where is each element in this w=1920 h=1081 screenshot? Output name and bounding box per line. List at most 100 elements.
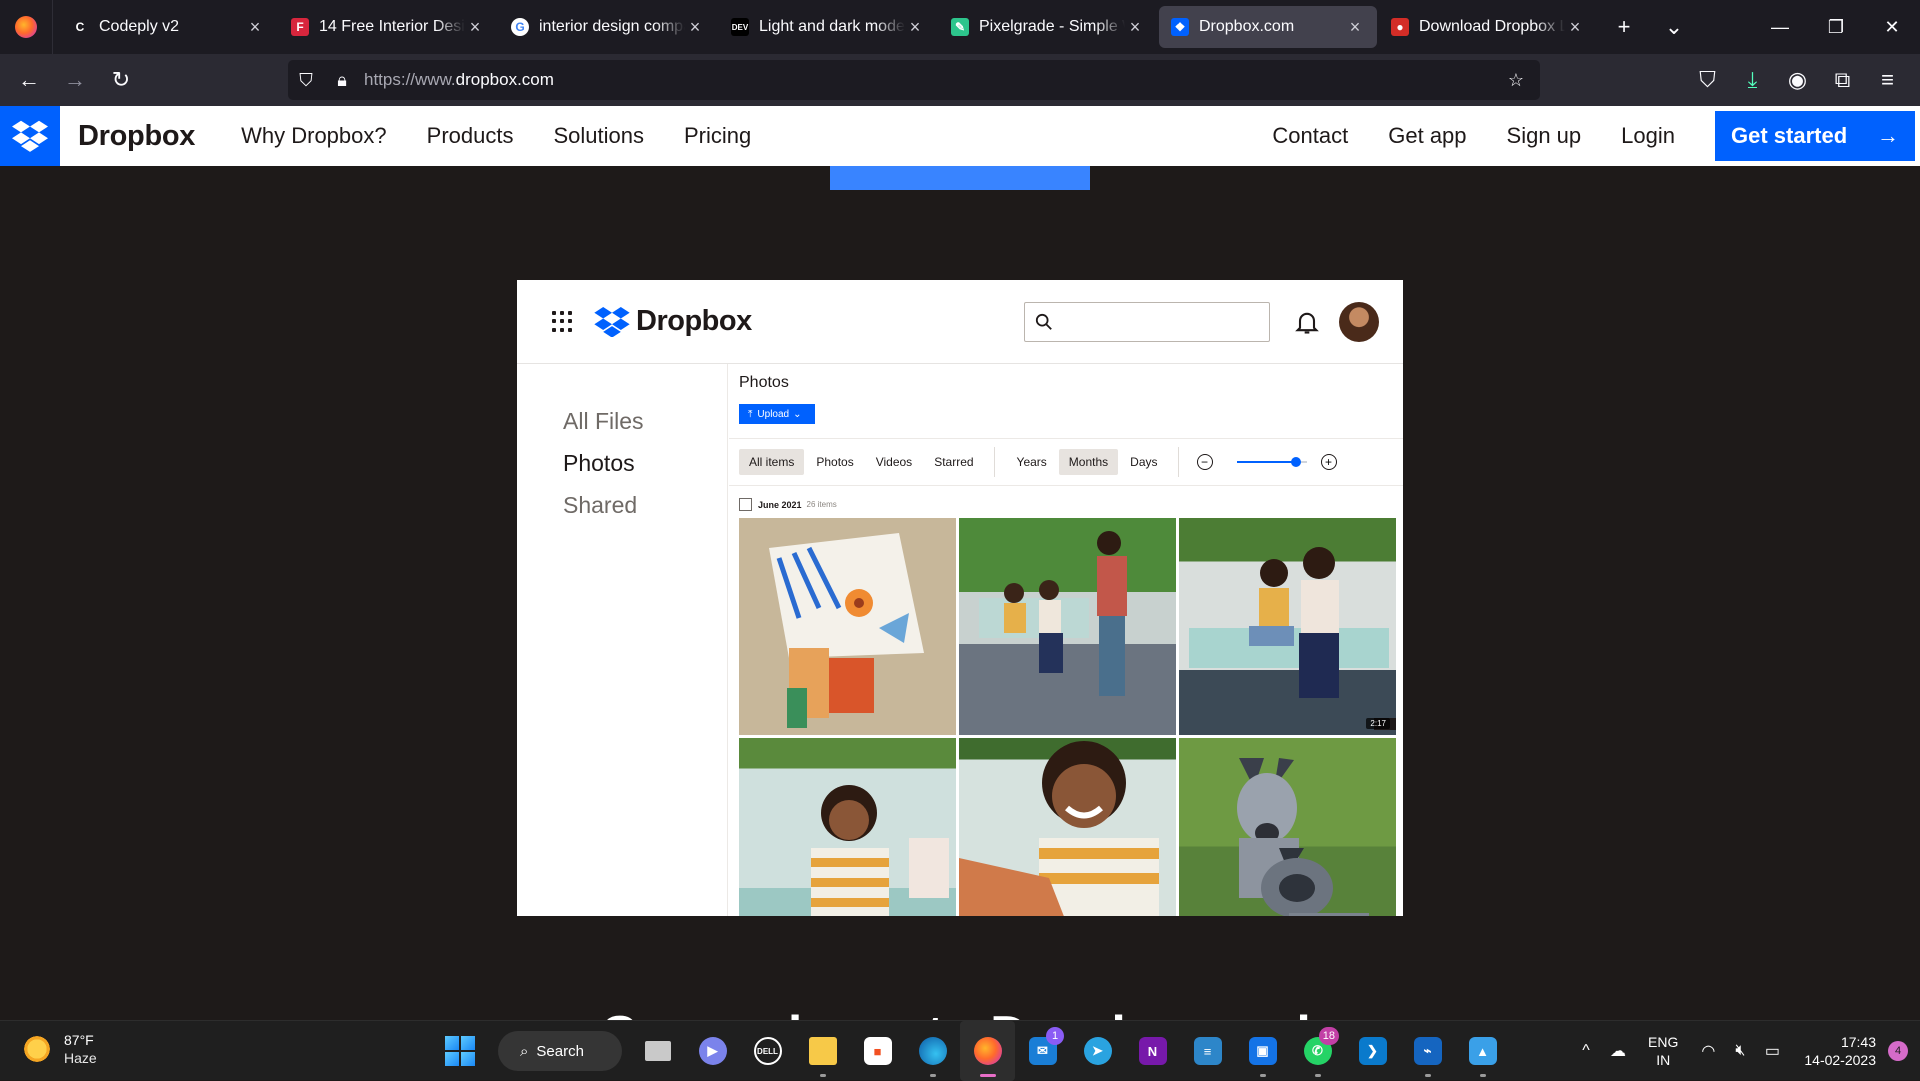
- sidebar-item-shared: Shared: [563, 492, 638, 518]
- get-started-button[interactable]: Get started →: [1715, 111, 1915, 161]
- tab-strip: CCodeply v2×F14 Free Interior Design×Gin…: [59, 6, 1599, 48]
- select-month-checkbox: [739, 498, 752, 511]
- language-indicator[interactable]: ENG IN: [1648, 1033, 1678, 1069]
- reload-icon[interactable]: ↻: [98, 60, 144, 100]
- minimize-button[interactable]: —: [1752, 0, 1808, 54]
- downloads-icon[interactable]: ⤓: [1730, 60, 1775, 100]
- avatar: [1339, 302, 1379, 342]
- dropbox-app-icon[interactable]: ▣: [1235, 1021, 1290, 1081]
- lock-icon[interactable]: 🔒︎: [324, 70, 360, 91]
- whatsapp-icon[interactable]: ✆ 18: [1290, 1021, 1345, 1081]
- notepad-icon[interactable]: ≡: [1180, 1021, 1235, 1081]
- telegram-icon[interactable]: ➤: [1070, 1021, 1125, 1081]
- weather-widget[interactable]: 87°F Haze: [22, 1031, 97, 1067]
- nav-contact[interactable]: Contact: [1272, 123, 1348, 149]
- dogs-photo-image: [1237, 758, 1369, 916]
- microsoft-store-icon[interactable]: ■: [850, 1021, 905, 1081]
- codeply-icon: C: [71, 18, 89, 36]
- browser-nav-bar: ← → ↻ ⛉ 🔒︎ https://www.dropbox.com ☆ ⛉ ⤓…: [0, 54, 1920, 106]
- tab-title: Codeply v2: [99, 18, 180, 35]
- nav-login[interactable]: Login: [1621, 123, 1675, 149]
- remote-desktop-icon[interactable]: ⌁: [1400, 1021, 1455, 1081]
- app-grid-icon: [552, 310, 574, 333]
- browser-tab[interactable]: F 14 Free Interior Design×: [279, 6, 497, 48]
- task-view-icon[interactable]: [630, 1021, 685, 1081]
- close-tab-icon[interactable]: ×: [465, 17, 485, 38]
- close-tab-icon[interactable]: ×: [905, 17, 925, 38]
- account-icon[interactable]: ◉: [1775, 60, 1820, 100]
- mail-icon[interactable]: ✉ 1: [1015, 1021, 1070, 1081]
- close-tab-icon[interactable]: ×: [245, 17, 265, 38]
- forward-arrow-icon[interactable]: →: [52, 60, 98, 100]
- new-tab-button[interactable]: +: [1599, 0, 1649, 54]
- battery-icon[interactable]: ▭: [1756, 1041, 1788, 1061]
- list-all-tabs-chevron-icon[interactable]: ⌄: [1649, 0, 1699, 54]
- close-tab-icon[interactable]: ×: [685, 17, 705, 38]
- speaker-muted-icon[interactable]: 🔇︎: [1724, 1042, 1756, 1060]
- close-tab-icon[interactable]: ×: [1125, 17, 1145, 38]
- restore-button[interactable]: ❐: [1808, 0, 1864, 54]
- bell-icon: [1295, 312, 1319, 334]
- back-arrow-icon[interactable]: ←: [6, 60, 52, 100]
- tab-title: 14 Free Interior Design: [319, 18, 465, 35]
- url-text[interactable]: https://www.dropbox.com: [360, 70, 1498, 90]
- upload-button: ⤒ Upload ⌄: [739, 404, 815, 424]
- mock-topbar: Dropbox: [517, 280, 1403, 364]
- url-bar[interactable]: ⛉ 🔒︎ https://www.dropbox.com ☆: [288, 60, 1540, 100]
- wifi-icon[interactable]: ◠: [1692, 1041, 1724, 1061]
- teams-chat-icon[interactable]: ▶: [685, 1021, 740, 1081]
- taskbar: 87°F Haze ⌕ Search ▶ DELL ■ ✉ 1 ➤ N ≡ ▣ ✆…: [0, 1020, 1920, 1081]
- upload-label: Upload: [757, 408, 790, 420]
- close-tab-icon[interactable]: ×: [1345, 17, 1365, 38]
- filter-videos: Videos: [875, 455, 913, 469]
- notification-count-badge[interactable]: 4: [1888, 1041, 1908, 1061]
- clock[interactable]: 17:43 14-02-2023: [1804, 1033, 1876, 1069]
- pocket-icon[interactable]: ⛉: [1685, 60, 1730, 100]
- hamburger-menu-icon[interactable]: ≡: [1865, 60, 1910, 100]
- chevron-up-icon[interactable]: ^: [1570, 1042, 1602, 1060]
- month-label: June 2021: [758, 499, 802, 510]
- shield-icon[interactable]: ⛉: [288, 70, 324, 91]
- photo-thumbnail-porch: [959, 518, 1176, 735]
- filter-divider: [993, 447, 995, 477]
- nav-sign-up[interactable]: Sign up: [1507, 123, 1582, 149]
- nav-get-app[interactable]: Get app: [1388, 123, 1466, 149]
- edge-icon[interactable]: [905, 1021, 960, 1081]
- extensions-puzzle-icon[interactable]: ⧉: [1820, 60, 1865, 100]
- range-days: Days: [1130, 455, 1158, 469]
- toolbar-right: ⛉ ⤓ ◉ ⧉ ≡: [1685, 60, 1910, 100]
- photos-icon[interactable]: ▲: [1455, 1021, 1510, 1081]
- nav-why-dropbox[interactable]: Why Dropbox?: [241, 123, 387, 149]
- nav-products[interactable]: Products: [427, 123, 514, 149]
- photo-thumbnail-boy-smiling: [739, 738, 956, 916]
- file-explorer-icon[interactable]: [795, 1021, 850, 1081]
- dell-icon[interactable]: DELL: [740, 1021, 795, 1081]
- tab-title: Pixelgrade - Simple W: [979, 18, 1125, 35]
- onenote-icon[interactable]: N: [1125, 1021, 1180, 1081]
- bookmark-star-icon[interactable]: ☆: [1498, 70, 1534, 91]
- firefox-menu-icon[interactable]: [0, 0, 52, 54]
- nav-solutions[interactable]: Solutions: [553, 123, 644, 149]
- browser-tab[interactable]: ● Download Dropbox Lo ×: [1379, 6, 1597, 48]
- browser-tab[interactable]: DEV Light and dark mode in×: [719, 6, 937, 48]
- close-tab-icon[interactable]: ×: [1565, 17, 1585, 38]
- zoom-slider-knob: [1291, 457, 1301, 467]
- vscode-icon[interactable]: ❯: [1345, 1021, 1400, 1081]
- lang-region: IN: [1656, 1052, 1671, 1068]
- dropbox-logo-icon[interactable]: [0, 106, 60, 166]
- nav-pricing[interactable]: Pricing: [684, 123, 751, 149]
- onedrive-cloud-icon[interactable]: ☁: [1602, 1041, 1634, 1061]
- zoom-slider: [1236, 457, 1307, 467]
- browser-tab[interactable]: ❖ Dropbox.com ×: [1159, 6, 1377, 48]
- close-window-button[interactable]: ✕: [1864, 0, 1920, 54]
- firefox-icon[interactable]: [960, 1021, 1015, 1081]
- hero-button-edge: [830, 166, 1090, 190]
- taskbar-search-label: Search: [536, 1042, 584, 1060]
- browser-tab[interactable]: Ginterior design company×: [499, 6, 717, 48]
- taskbar-search[interactable]: ⌕ Search: [498, 1031, 622, 1071]
- browser-tab[interactable]: ✎ Pixelgrade - Simple W ×: [939, 6, 1157, 48]
- browser-tab[interactable]: C Codeply v2 ×: [59, 6, 277, 48]
- dropbox-icon: ❖: [1171, 18, 1189, 36]
- windows-start-icon[interactable]: [445, 1036, 475, 1066]
- brand-wordmark[interactable]: Dropbox: [78, 120, 195, 153]
